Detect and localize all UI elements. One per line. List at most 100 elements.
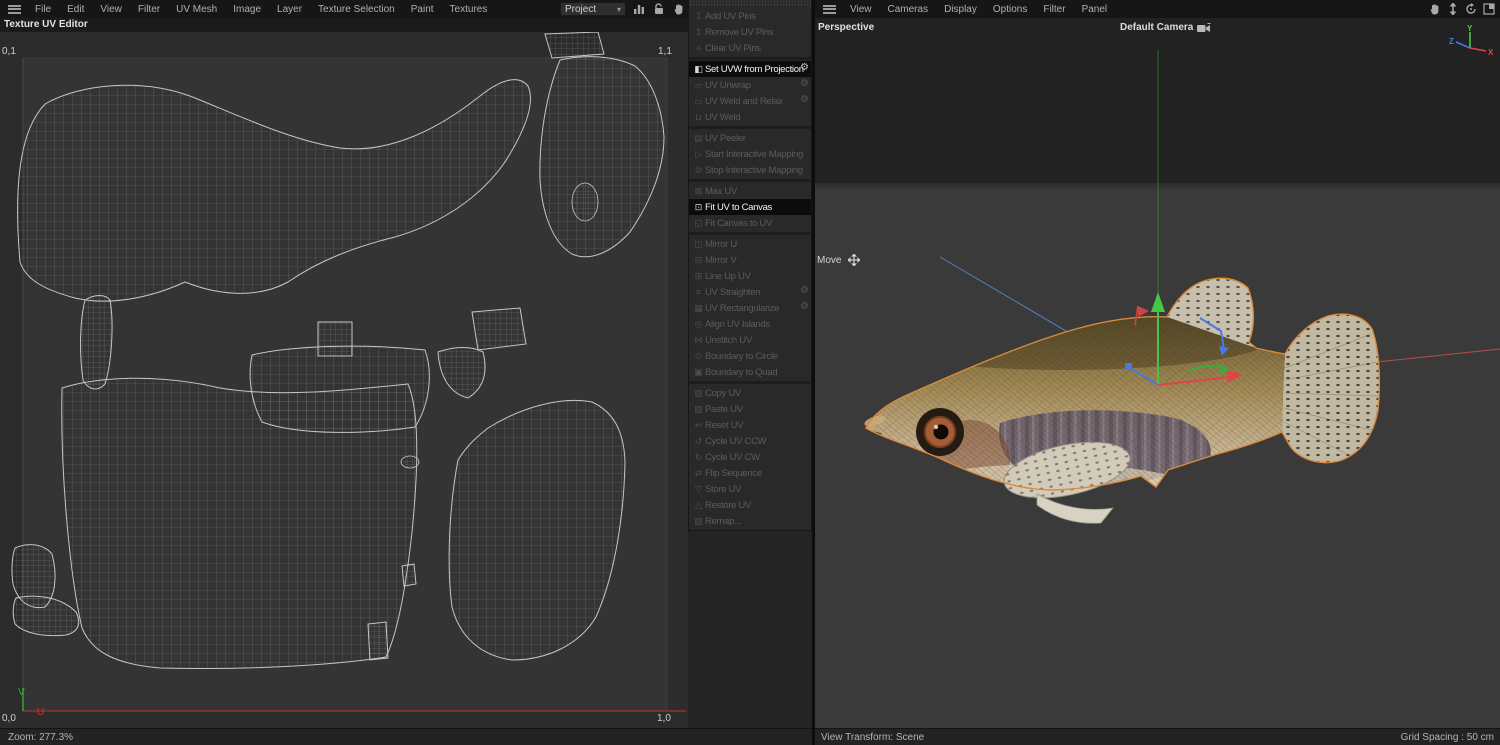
command-label: Stop Interactive Mapping — [705, 164, 803, 176]
project-dropdown-value: Project — [565, 3, 597, 15]
panel-layout-icon[interactable] — [1482, 2, 1496, 16]
camera-icon — [1197, 22, 1211, 32]
cmd-uv-weld-and-relax[interactable]: ▭ UV Weld and Relax ⚙ — [689, 93, 811, 109]
command-label: Set UVW from Projection — [705, 63, 804, 75]
stop-icon: ⊘ — [694, 164, 703, 175]
menu-file[interactable]: File — [27, 4, 59, 15]
menu-panel[interactable]: Panel — [1074, 4, 1116, 15]
menu-layer[interactable]: Layer — [269, 4, 310, 15]
cmd-boundary-to-quad[interactable]: ▣ Boundary to Quad — [689, 364, 811, 380]
reset-view-icon[interactable] — [1464, 2, 1478, 16]
cmd-cycle-uv-ccw[interactable]: ↺ Cycle UV CCW — [689, 433, 811, 449]
menu-uv-mesh[interactable]: UV Mesh — [168, 4, 225, 15]
cmd-boundary-to-circle[interactable]: ⊙ Boundary to Circle — [689, 348, 811, 364]
command-label: UV Straighten — [705, 286, 761, 298]
remap-icon: ▨ — [694, 515, 703, 526]
cmd-fit-canvas-to-uv[interactable]: ◱ Fit Canvas to UV — [689, 215, 811, 231]
cmd-mirror-u[interactable]: ◫ Mirror U — [689, 236, 811, 252]
hand-icon[interactable] — [672, 2, 686, 16]
cmd-uv-weld[interactable]: ⊔ UV Weld — [689, 109, 811, 125]
command-label: Unstitch UV — [705, 334, 752, 346]
command-label: Remap... — [705, 515, 742, 527]
cmd-stop-interactive-mapping[interactable]: ⊘ Stop Interactive Mapping — [689, 162, 811, 178]
cmd-mirror-v[interactable]: ⊟ Mirror V — [689, 252, 811, 268]
menu-view[interactable]: View — [842, 4, 880, 15]
uv-mapping-group: ▤ UV Peeler ▷ Start Interactive Mapping ⊘ S… — [689, 126, 811, 179]
menu-filter[interactable]: Filter — [130, 4, 168, 15]
cmd-max-uv[interactable]: ⊠ Max UV — [689, 183, 811, 199]
cmd-set-uvw-from-projection[interactable]: ◧ Set UVW from Projection ⚙ — [689, 61, 811, 77]
menu-edit[interactable]: Edit — [59, 4, 92, 15]
gear-icon[interactable]: ⚙ — [800, 78, 809, 89]
menu-hamburger-icon[interactable] — [8, 4, 21, 14]
flip-sequence-icon: ⇄ — [694, 467, 703, 478]
v-axis-label: V — [18, 687, 25, 698]
uv-fit-group: ⊠ Max UV ⊡ Fit UV to Canvas ◱ Fit Canvas to… — [689, 179, 811, 232]
uv-corner-bottom-right: 1,0 — [657, 713, 671, 724]
view-transform-status: View Transform: Scene — [821, 731, 925, 743]
menu-textures[interactable]: Textures — [442, 4, 496, 15]
cmd-uv-rectangularize[interactable]: ▦ UV Rectangularize ⚙ — [689, 300, 811, 316]
command-label: Paste UV — [705, 403, 743, 415]
menu-options[interactable]: Options — [985, 4, 1035, 15]
camera-label[interactable]: Default Camera — [1120, 22, 1211, 33]
histogram-icon[interactable] — [632, 2, 646, 16]
uv-canvas[interactable]: V U 0,1 1,1 0,0 1,0 — [0, 32, 688, 728]
cmd-uv-straighten[interactable]: ≡ UV Straighten ⚙ — [689, 284, 811, 300]
menu-filter[interactable]: Filter — [1035, 4, 1073, 15]
command-label: Remove UV Pins — [705, 26, 774, 38]
cmd-start-interactive-mapping[interactable]: ▷ Start Interactive Mapping — [689, 146, 811, 162]
command-label: Add UV Pins — [705, 10, 756, 22]
cmd-unstitch-uv[interactable]: ⋈ Unstitch UV — [689, 332, 811, 348]
gear-icon[interactable]: ⚙ — [800, 301, 809, 312]
cmd-clear-uv-pins[interactable]: × Clear UV Pins — [689, 40, 811, 56]
frame-all-icon[interactable] — [1446, 2, 1460, 16]
command-label: Boundary to Quad — [705, 366, 778, 378]
weld-relax-icon: ▭ — [694, 95, 703, 106]
zoom-level: Zoom: 277.3% — [8, 731, 74, 743]
cmd-reset-uv[interactable]: ↩ Reset UV — [689, 417, 811, 433]
menu-cameras[interactable]: Cameras — [880, 4, 937, 15]
menu-hamburger-icon[interactable] — [823, 4, 836, 14]
view-mode-label[interactable]: Perspective — [818, 22, 874, 33]
menu-paint[interactable]: Paint — [403, 4, 442, 15]
cmd-copy-uv[interactable]: ▥ Copy UV — [689, 385, 811, 401]
cmd-paste-uv[interactable]: ▧ Paste UV — [689, 401, 811, 417]
orientation-axis-gizmo[interactable]: Y Z X — [1448, 24, 1494, 62]
fish-model[interactable] — [855, 277, 1381, 524]
menu-display[interactable]: Display — [936, 4, 985, 15]
hand-icon[interactable] — [1428, 2, 1442, 16]
cmd-restore-uv[interactable]: △ Restore UV — [689, 497, 811, 513]
cmd-line-up-uv[interactable]: ⊞ Line Up UV — [689, 268, 811, 284]
cmd-fit-uv-to-canvas[interactable]: ⊡ Fit UV to Canvas — [689, 199, 811, 215]
fit-uv-icon: ⊡ — [694, 201, 703, 212]
cmd-cycle-uv-cw[interactable]: ↻ Cycle UV CW — [689, 449, 811, 465]
menu-texture-selection[interactable]: Texture Selection — [310, 4, 403, 15]
project-dropdown[interactable]: Project ▾ — [560, 2, 626, 16]
cmd-store-uv[interactable]: ▽ Store UV — [689, 481, 811, 497]
gear-icon[interactable]: ⚙ — [800, 285, 809, 296]
gear-icon[interactable]: ⚙ — [800, 94, 809, 105]
lock-icon[interactable] — [652, 2, 666, 16]
command-label: Align UV Islands — [705, 318, 770, 330]
menu-image[interactable]: Image — [225, 4, 269, 15]
cmd-uv-unwrap[interactable]: ▱ UV Unwrap ⚙ — [689, 77, 811, 93]
viewport-statusbar: View Transform: Scene Grid Spacing : 50 … — [815, 728, 1500, 745]
cmd-remap[interactable]: ▨ Remap... — [689, 513, 811, 529]
active-tool-indicator[interactable]: Move — [817, 254, 861, 266]
cmd-uv-peeler[interactable]: ▤ UV Peeler — [689, 130, 811, 146]
mirror-v-icon: ⊟ — [694, 254, 703, 265]
cmd-flip-sequence[interactable]: ⇄ Flip Sequence — [689, 465, 811, 481]
scene-render — [855, 50, 1500, 524]
straighten-icon: ≡ — [695, 287, 702, 297]
play-icon: ▷ — [695, 148, 702, 159]
paste-icon: ▧ — [694, 403, 703, 414]
store-icon: ▽ — [695, 483, 702, 494]
menu-view[interactable]: View — [92, 4, 130, 15]
cmd-align-uv-islands[interactable]: ◎ Align UV Islands — [689, 316, 811, 332]
palette-drag-grip[interactable] — [689, 0, 811, 7]
cmd-remove-uv-pins[interactable]: ↥ Remove UV Pins — [689, 24, 811, 40]
gear-icon[interactable]: ⚙ — [800, 62, 809, 73]
viewport-3d[interactable]: Perspective Default Camera Move Y Z X — [815, 18, 1500, 728]
cmd-add-uv-pins[interactable]: ↧ Add UV Pins — [689, 8, 811, 24]
